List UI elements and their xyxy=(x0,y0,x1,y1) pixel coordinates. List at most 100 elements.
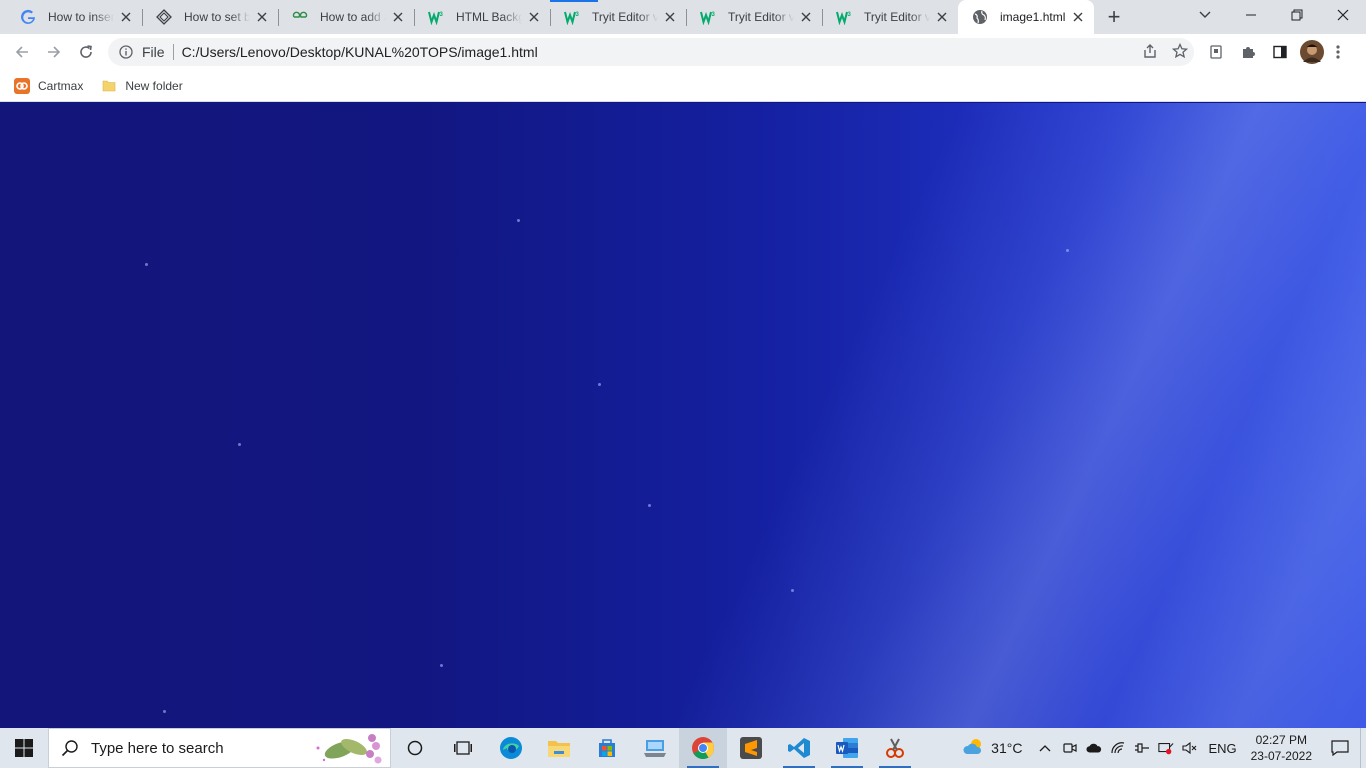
tab-list: How to insert How to set ba How to add a 3 H… xyxy=(6,0,1094,34)
bookmark-label: New folder xyxy=(125,78,183,93)
restore-icon[interactable] xyxy=(1274,0,1320,30)
tab[interactable]: 3 Tryit Editor v3 xyxy=(822,0,958,34)
new-tab-button[interactable]: + xyxy=(1100,0,1128,34)
tab-title: image1.html xyxy=(1000,10,1066,24)
svg-text:3: 3 xyxy=(576,12,580,18)
tab-title: Tryit Editor v3 xyxy=(592,10,658,24)
tab-close-icon[interactable] xyxy=(1070,9,1086,25)
search-icon xyxy=(61,739,79,757)
w3schools-icon: 3 xyxy=(428,9,444,25)
pc-app-icon[interactable] xyxy=(631,728,679,768)
word-icon[interactable] xyxy=(823,728,871,768)
tab-title: How to add a xyxy=(320,10,386,24)
tab[interactable]: How to insert xyxy=(6,0,142,34)
microsoft-store-icon[interactable] xyxy=(583,728,631,768)
url-scheme-label: File xyxy=(142,44,174,60)
system-tray: 31°C ENG 02:27 PM 23-07-2022 xyxy=(959,728,1366,768)
url-text[interactable]: C:/Users/Lenovo/Desktop/KUNAL%20TOPS/ima… xyxy=(174,44,538,60)
speaker-muted-icon[interactable] xyxy=(1178,728,1202,768)
battery-plug-icon[interactable] xyxy=(1130,728,1154,768)
cortana-icon[interactable] xyxy=(391,728,439,768)
tab-close-icon[interactable] xyxy=(526,9,542,25)
weather-temperature: 31°C xyxy=(991,740,1023,756)
share-icon[interactable] xyxy=(1142,43,1158,62)
tab[interactable]: 3 HTML Backgr xyxy=(414,0,550,34)
reload-icon[interactable] xyxy=(70,36,102,68)
bookmark-label: Cartmax xyxy=(38,78,84,93)
minimize-icon[interactable] xyxy=(1228,0,1274,30)
bookmark-star-icon[interactable] xyxy=(1171,42,1189,62)
bookmark-cartmax[interactable]: Cartmax xyxy=(14,77,84,94)
show-hidden-icons-chevron-icon[interactable] xyxy=(1032,728,1058,768)
star-speck xyxy=(648,504,651,507)
tab-loading-indicator xyxy=(550,0,598,2)
tab-close-icon[interactable] xyxy=(934,9,950,25)
task-view-icon[interactable] xyxy=(439,728,487,768)
tab-close-icon[interactable] xyxy=(254,9,270,25)
star-speck xyxy=(145,263,148,266)
star-speck xyxy=(238,443,241,446)
tab-title: Tryit Editor v3 xyxy=(864,10,930,24)
star-speck xyxy=(517,219,520,222)
address-bar[interactable]: File C:/Users/Lenovo/Desktop/KUNAL%20TOP… xyxy=(108,38,1194,66)
chrome-icon[interactable] xyxy=(679,728,727,768)
globe-icon xyxy=(972,9,988,25)
tab-title: How to insert xyxy=(48,10,114,24)
snipping-tool-icon[interactable] xyxy=(871,728,919,768)
google-icon xyxy=(20,9,36,25)
tab[interactable]: 3 Tryit Editor v3 xyxy=(686,0,822,34)
extensions-puzzle-icon[interactable] xyxy=(1240,34,1256,70)
language-indicator[interactable]: ENG xyxy=(1202,728,1242,768)
w3schools-icon: 3 xyxy=(836,9,852,25)
notification-center-icon[interactable] xyxy=(1320,728,1360,768)
side-panel-icon[interactable] xyxy=(1272,34,1288,70)
tab-close-icon[interactable] xyxy=(390,9,406,25)
clock-date: 23-07-2022 xyxy=(1250,749,1312,763)
star-speck xyxy=(598,383,601,386)
clock-time: 02:27 PM xyxy=(1255,733,1307,747)
edge-browser-icon[interactable] xyxy=(487,728,535,768)
tab-search-chevron-icon[interactable] xyxy=(1190,0,1220,30)
meet-now-icon[interactable] xyxy=(1058,728,1082,768)
w3schools-icon: 3 xyxy=(700,9,716,25)
search-placeholder: Type here to search xyxy=(91,739,224,757)
tab-close-icon[interactable] xyxy=(662,9,678,25)
profile-avatar[interactable] xyxy=(1300,34,1324,70)
close-window-icon[interactable] xyxy=(1320,0,1366,30)
tab-close-icon[interactable] xyxy=(118,9,134,25)
tab[interactable]: How to add a xyxy=(278,0,414,34)
browser-menu-icon[interactable] xyxy=(1336,34,1340,70)
weather-partly-cloudy-icon xyxy=(963,738,985,759)
file-explorer-icon[interactable] xyxy=(535,728,583,768)
tab-close-icon[interactable] xyxy=(798,9,814,25)
windows-taskbar: Type here to search 31°C ENG 02:27 PM 23… xyxy=(0,728,1366,768)
forward-arrow-icon[interactable] xyxy=(38,36,70,68)
weather-widget[interactable]: 31°C xyxy=(959,728,1026,768)
taskbar-search-box[interactable]: Type here to search xyxy=(48,728,391,768)
cartmax-icon xyxy=(14,77,30,94)
site-info-icon[interactable] xyxy=(110,45,142,59)
tab[interactable]: How to set ba xyxy=(142,0,278,34)
bookmarks-bar: Cartmax New folder xyxy=(0,70,1366,102)
folder-icon xyxy=(101,78,117,94)
taskbar-clock[interactable]: 02:27 PM 23-07-2022 xyxy=(1243,732,1320,764)
show-desktop-button[interactable] xyxy=(1360,728,1366,768)
bookmark-new-folder[interactable]: New folder xyxy=(101,78,183,94)
tab-title: How to set ba xyxy=(184,10,250,24)
svg-text:3: 3 xyxy=(848,12,852,18)
network-alert-icon[interactable] xyxy=(1154,728,1178,768)
tab-title: HTML Backgr xyxy=(456,10,522,24)
extension-app-icon[interactable] xyxy=(1208,34,1224,70)
svg-text:3: 3 xyxy=(440,12,444,18)
sublime-text-icon[interactable] xyxy=(727,728,775,768)
diamond-site-icon xyxy=(156,9,172,25)
windows-start-icon[interactable] xyxy=(0,728,48,768)
back-arrow-icon[interactable] xyxy=(6,36,38,68)
tab-active[interactable]: image1.html xyxy=(958,0,1094,34)
onedrive-cloud-icon[interactable] xyxy=(1082,728,1106,768)
tab[interactable]: 3 Tryit Editor v3 xyxy=(550,0,686,34)
search-highlight-flower-icon xyxy=(310,729,388,767)
w3schools-icon: 3 xyxy=(564,9,580,25)
vscode-icon[interactable] xyxy=(775,728,823,768)
wifi-icon[interactable] xyxy=(1106,728,1130,768)
